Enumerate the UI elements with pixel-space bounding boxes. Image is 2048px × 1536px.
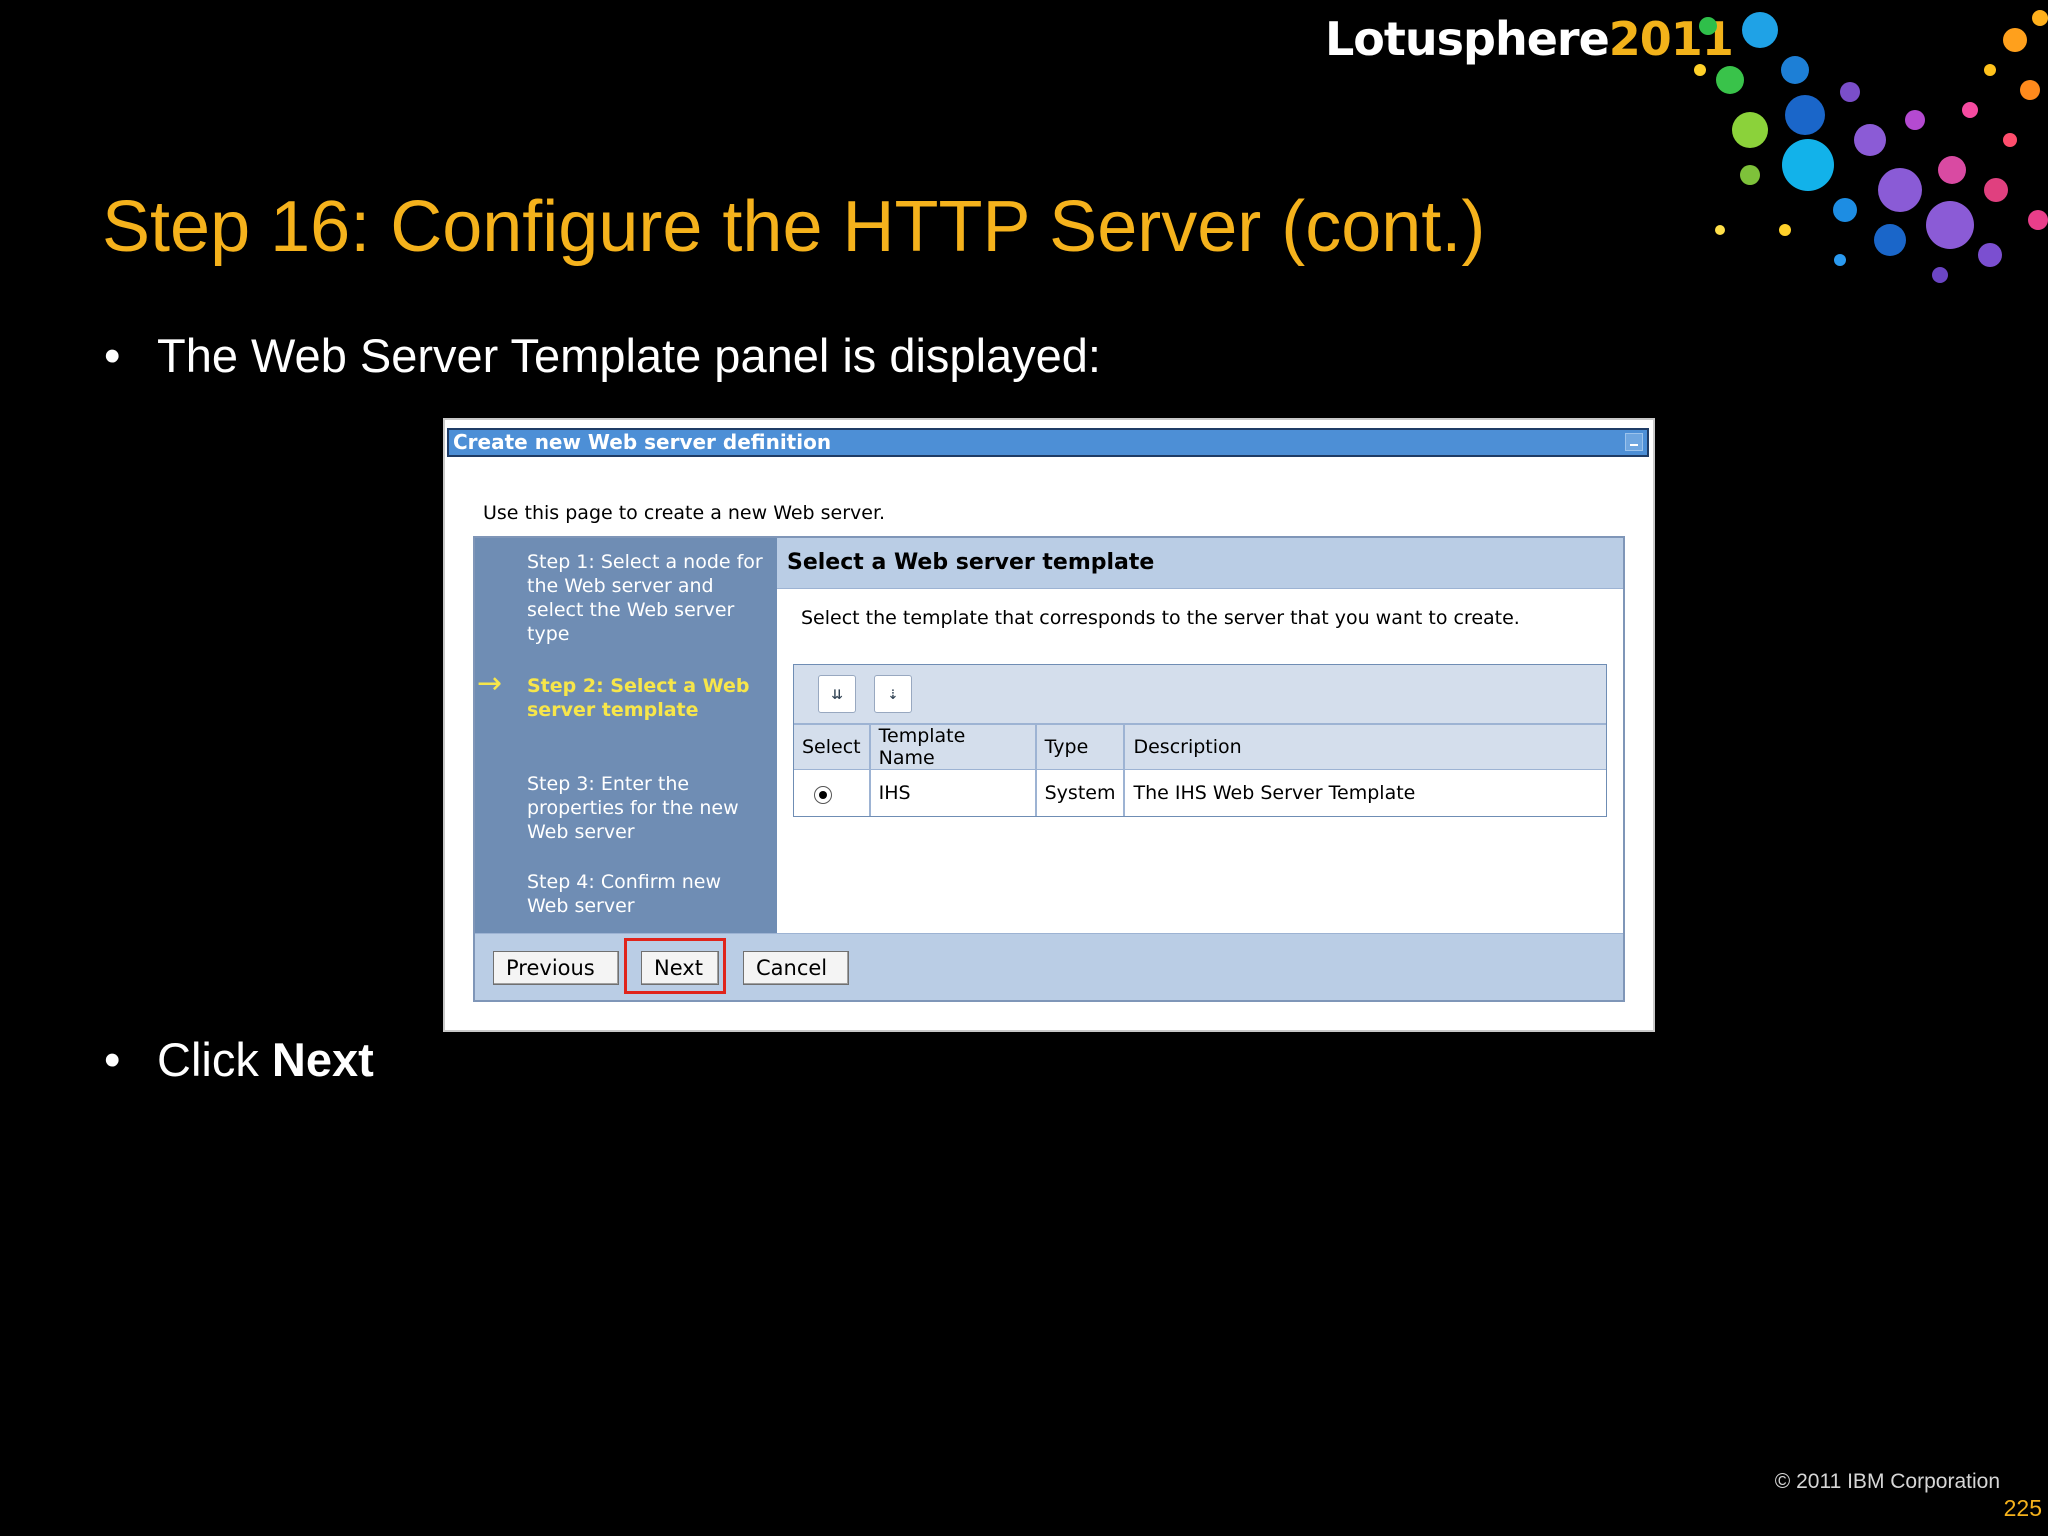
copyright: © 2011 IBM Corporation (1774, 1470, 2000, 1493)
wizard-step-2: Step 2: Select a Web server template (527, 675, 750, 721)
template-radio[interactable] (814, 785, 832, 804)
next-button-highlight (624, 938, 726, 994)
panel-description: Select the template that corresponds to … (801, 607, 1520, 629)
panel-title: Select a Web server template (777, 538, 1623, 589)
dialog-title: Create new Web server definition (453, 430, 832, 454)
slide-title: Step 16: Configure the HTTP Server (cont… (102, 187, 1486, 267)
wizard-step-4: Step 4: Confirm new Web server (527, 871, 722, 917)
col-select[interactable]: Select (794, 725, 871, 770)
bullet-text: The Web Server Template panel is display… (157, 329, 1101, 382)
table-row: IHS System The IHS Web Server Template (794, 769, 1606, 816)
lotusphere-logo: Lotusphere2011 (1325, 12, 1734, 66)
select-all-icon[interactable]: ⇊ (818, 675, 856, 713)
type-cell: System (1035, 769, 1126, 816)
cancel-button[interactable]: Cancel (743, 951, 849, 985)
bullet-text-prefix: Click (157, 1033, 272, 1086)
table-header-row: Select Template Name Type Description (794, 725, 1606, 770)
col-description[interactable]: Description (1124, 725, 1606, 770)
previous-button[interactable]: Previous (493, 951, 619, 985)
wizard-step-1: Step 1: Select a node for the Web server… (527, 551, 763, 645)
bullet-glyph: • (104, 329, 121, 382)
templates-grid: Select Template Name Type Description IH… (794, 725, 1606, 816)
logo-name: Lotusphere (1325, 12, 1610, 66)
collapse-icon[interactable] (1625, 433, 1643, 451)
bullet-glyph: • (104, 1033, 121, 1086)
select-cell (794, 769, 871, 816)
dialog-title-bar: Create new Web server definition (447, 428, 1649, 457)
wizard-panel: → Step 1: Select a node for the Web serv… (473, 536, 1625, 1002)
template-name-cell: IHS (869, 769, 1037, 816)
current-step-arrow-icon: → (477, 666, 503, 701)
decorative-dots-graphic (1694, 10, 2048, 283)
description-cell: The IHS Web Server Template (1124, 769, 1606, 816)
col-type[interactable]: Type (1035, 725, 1126, 770)
bullet-text-bold: Next (271, 1033, 374, 1086)
wizard-step-3: Step 3: Enter the properties for the new… (527, 773, 739, 843)
dialog-intro: Use this page to create a new Web server… (483, 502, 886, 524)
table-toolbar: ⇊ ⇣ (794, 665, 1606, 725)
col-template-name[interactable]: Template Name (869, 725, 1037, 770)
page-number: 225 (2003, 1495, 2042, 1521)
bullet-panel-displayed: • The Web Server Template panel is displa… (104, 328, 1101, 383)
deselect-all-icon[interactable]: ⇣ (874, 675, 912, 713)
wizard-content: Select a Web server template Select the … (777, 538, 1623, 934)
bullet-click-next: • Click Next (104, 1032, 374, 1087)
wizard-steps-sidebar: → Step 1: Select a node for the Web serv… (475, 538, 777, 934)
template-table: ⇊ ⇣ Select Template Name Type Descriptio… (793, 664, 1607, 817)
